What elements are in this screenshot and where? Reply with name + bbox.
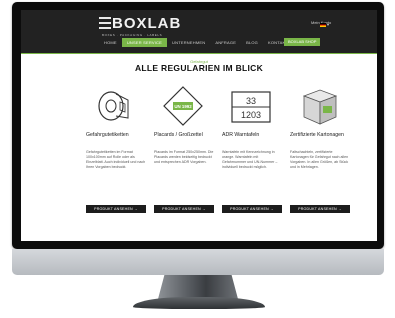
- monitor-stand: [158, 275, 238, 299]
- nav-item-home[interactable]: HOME: [99, 38, 122, 47]
- card-title: Placards / Großzettel: [154, 132, 203, 138]
- card-title: Gefahrgutetiketten: [86, 132, 129, 138]
- nav-item-unser-service[interactable]: UNSER SERVICE: [121, 37, 168, 47]
- shop-button[interactable]: BOXLAB SHOP: [284, 38, 321, 46]
- german-flag-icon[interactable]: [320, 23, 326, 27]
- adr-plate-icon: 33 1203: [230, 86, 272, 126]
- nav-item-anfrage[interactable]: ANFRAGE: [210, 38, 241, 47]
- card-title: Zertifizierte Kartonagen: [290, 132, 344, 138]
- un-number-text: UN 1992: [174, 104, 192, 109]
- monitor-stand-foot: [133, 297, 265, 309]
- view-product-button[interactable]: PRODUKT ANSEHEN →: [154, 205, 214, 213]
- un-diamond-icon: UN 1992: [162, 86, 204, 126]
- nav-item-unternehmen[interactable]: UNTERNEHMEN: [167, 38, 210, 47]
- view-product-button[interactable]: PRODUKT ANSEHEN →: [222, 205, 282, 213]
- view-product-button[interactable]: PRODUKT ANSEHEN →: [86, 205, 146, 213]
- logo-text: BOXLAB: [112, 15, 182, 32]
- main-nav: HOME UNSER SERVICE UNTERNEHMEN ANFRAGE B…: [99, 37, 293, 47]
- tape-roll-icon: [94, 86, 136, 126]
- product-card: Zertifizierte Kartonagen Faltschachteln,…: [290, 86, 352, 216]
- logo-tagline: BOXES · PACKAGING · LABELS: [102, 33, 163, 37]
- card-description: Placards im Format 250x250mm. Die Placar…: [154, 150, 214, 164]
- box-icon: [298, 86, 340, 126]
- card-description: Faltschachteln, zertifizierte Kartonagen…: [290, 150, 349, 169]
- logo-lines-icon: [99, 17, 111, 30]
- header-accent-line: [21, 53, 377, 54]
- language-caret-icon[interactable]: ▾: [327, 22, 329, 27]
- hazard-number-text: 33: [246, 96, 256, 106]
- product-card: Gefahrgutetiketten Gefahrgutetiketten im…: [86, 86, 148, 216]
- page-title: ALLE REGULARIEN IM BLICK: [134, 63, 264, 73]
- product-card: UN 1992 Placards / Großzettel Placards i…: [154, 86, 216, 216]
- product-card: 33 1203 ADR Warntafeln Warntafeln mit Ke…: [222, 86, 284, 216]
- monitor-chin: [12, 249, 384, 275]
- un-number-plate-text: 1203: [241, 110, 261, 120]
- card-title: ADR Warntafeln: [222, 132, 260, 138]
- view-product-button[interactable]: PRODUKT ANSEHEN →: [290, 205, 350, 213]
- site-header: BOXLAB BOXES · PACKAGING · LABELS Mein K…: [21, 10, 377, 53]
- card-description: Warntafeln mit Kennzeichnung in orange. …: [222, 150, 278, 169]
- card-description: Gefahrgutetiketten im Format 100x100mm a…: [86, 150, 146, 169]
- nav-item-blog[interactable]: BLOG: [241, 38, 263, 47]
- website-screen: BOXLAB BOXES · PACKAGING · LABELS Mein K…: [21, 10, 377, 241]
